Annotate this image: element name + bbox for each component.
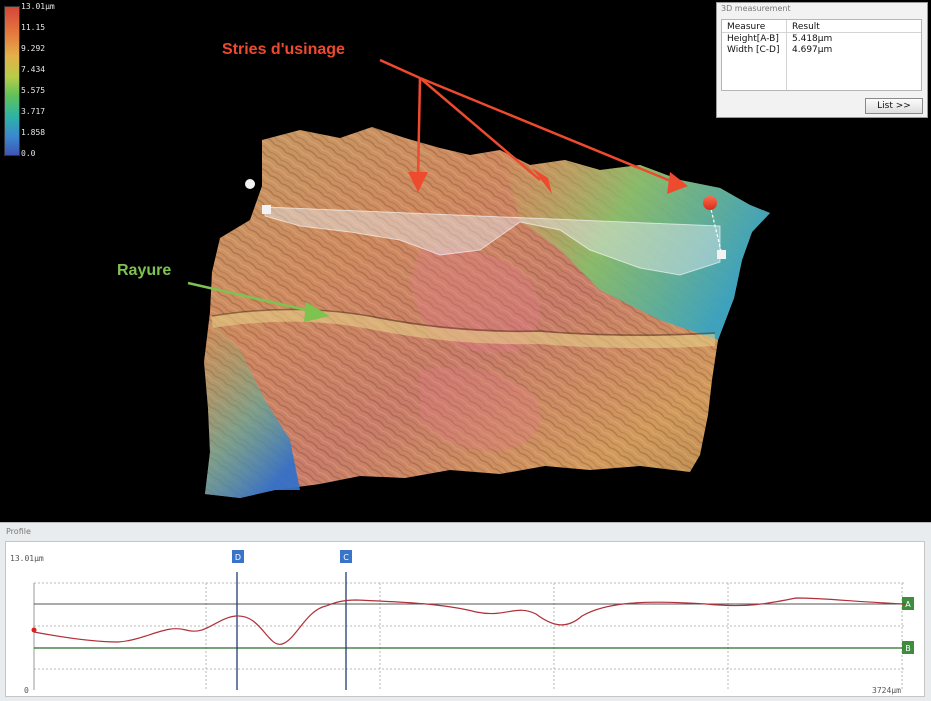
measure-point-white[interactable] (717, 250, 726, 259)
panel-title: 3D measurement (721, 4, 791, 13)
measurement-table[interactable]: Measure Result Height[A-B] 5.418µm Width… (721, 19, 922, 91)
measure-point-red[interactable] (703, 196, 717, 210)
row-height-result: 5.418µm (792, 34, 833, 44)
header-divider (722, 32, 921, 33)
plane-handle-left[interactable] (245, 179, 255, 189)
marker-tag-a-label: A (905, 600, 911, 609)
profile-curve (33, 597, 907, 645)
colorbar-label: 3.717 (21, 107, 46, 116)
column-divider (786, 20, 787, 90)
header-result: Result (792, 22, 820, 32)
colorbar-label: 1.858 (21, 128, 46, 137)
profile-panel[interactable]: Profile 13.01µm 0 3724µm D C A B (0, 522, 931, 701)
height-colorbar (4, 6, 20, 156)
cursor-tag-c-label: C (343, 553, 349, 562)
profile-title: Profile (6, 527, 31, 536)
row-height-measure[interactable]: Height[A-B] (727, 34, 779, 44)
row-width-result: 4.697µm (792, 45, 833, 55)
colorbar-label: 0.0 (21, 149, 36, 158)
colorbar-label: 5.575 (21, 86, 46, 95)
profile-grid (33, 582, 906, 690)
profile-plot[interactable]: 13.01µm 0 3724µm D C A B (5, 541, 925, 697)
colorbar-label: 11.15 (21, 23, 46, 32)
plane-handle-white[interactable] (262, 205, 271, 214)
profile-start-point (31, 627, 37, 633)
colorbar-label: 7.434 (21, 65, 46, 74)
annotation-rayure: Rayure (117, 262, 172, 279)
marker-tag-b-label: B (905, 644, 911, 653)
colorbar-label: 9.292 (21, 44, 46, 53)
annotation-stries-usinage: Stries d'usinage (222, 41, 345, 58)
cursor-tag-d-label: D (235, 553, 241, 562)
profile-graph[interactable]: D C A B (6, 542, 924, 696)
row-width-measure[interactable]: Width [C-D] (727, 45, 780, 55)
3d-measurement-panel[interactable]: 3D measurement Measure Result Height[A-B… (716, 2, 928, 118)
colorbar-label: 13.01µm (21, 2, 55, 11)
3d-viewport[interactable]: 13.01µm 11.15 9.292 7.434 5.575 3.717 1.… (0, 0, 931, 520)
header-measure: Measure (727, 22, 766, 32)
list-button[interactable]: List >> (865, 98, 923, 114)
